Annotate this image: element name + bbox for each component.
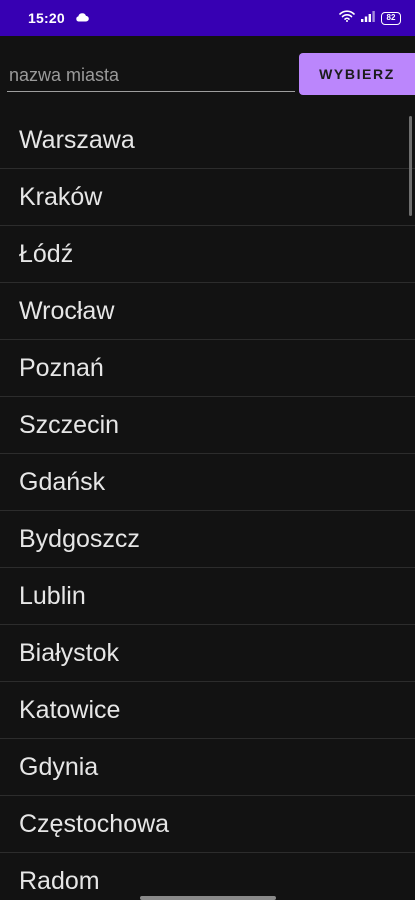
- status-right: 82: [339, 9, 401, 27]
- city-list-item[interactable]: Warszawa: [0, 112, 415, 169]
- city-list-item[interactable]: Katowice: [0, 682, 415, 739]
- status-time: 15:20: [28, 10, 65, 26]
- choose-button[interactable]: WYBIERZ: [299, 53, 415, 95]
- status-bar: 15:20 82: [0, 0, 415, 36]
- city-list-item[interactable]: Kraków: [0, 169, 415, 226]
- city-list-item[interactable]: Poznań: [0, 340, 415, 397]
- city-list[interactable]: Warszawa Kraków Łódź Wrocław Poznań Szcz…: [0, 112, 415, 900]
- city-list-item[interactable]: Radom: [0, 853, 415, 900]
- city-list-item[interactable]: Białystok: [0, 625, 415, 682]
- signal-icon: [361, 9, 375, 27]
- city-list-item[interactable]: Bydgoszcz: [0, 511, 415, 568]
- city-list-item[interactable]: Częstochowa: [0, 796, 415, 853]
- wifi-icon: [339, 9, 355, 27]
- cloud-icon: [75, 9, 89, 27]
- battery-level: 82: [386, 13, 396, 22]
- city-list-item[interactable]: Szczecin: [0, 397, 415, 454]
- status-left: 15:20: [28, 9, 89, 27]
- city-list-item[interactable]: Lublin: [0, 568, 415, 625]
- battery-icon: 82: [381, 11, 401, 25]
- city-name-input[interactable]: [7, 60, 295, 92]
- city-list-item[interactable]: Gdańsk: [0, 454, 415, 511]
- city-list-item[interactable]: Gdynia: [0, 739, 415, 796]
- gesture-nav-handle[interactable]: [140, 896, 276, 900]
- city-search-row: WYBIERZ: [0, 36, 415, 116]
- city-list-item[interactable]: Łódź: [0, 226, 415, 283]
- list-scrollbar[interactable]: [409, 116, 412, 216]
- city-list-item[interactable]: Wrocław: [0, 283, 415, 340]
